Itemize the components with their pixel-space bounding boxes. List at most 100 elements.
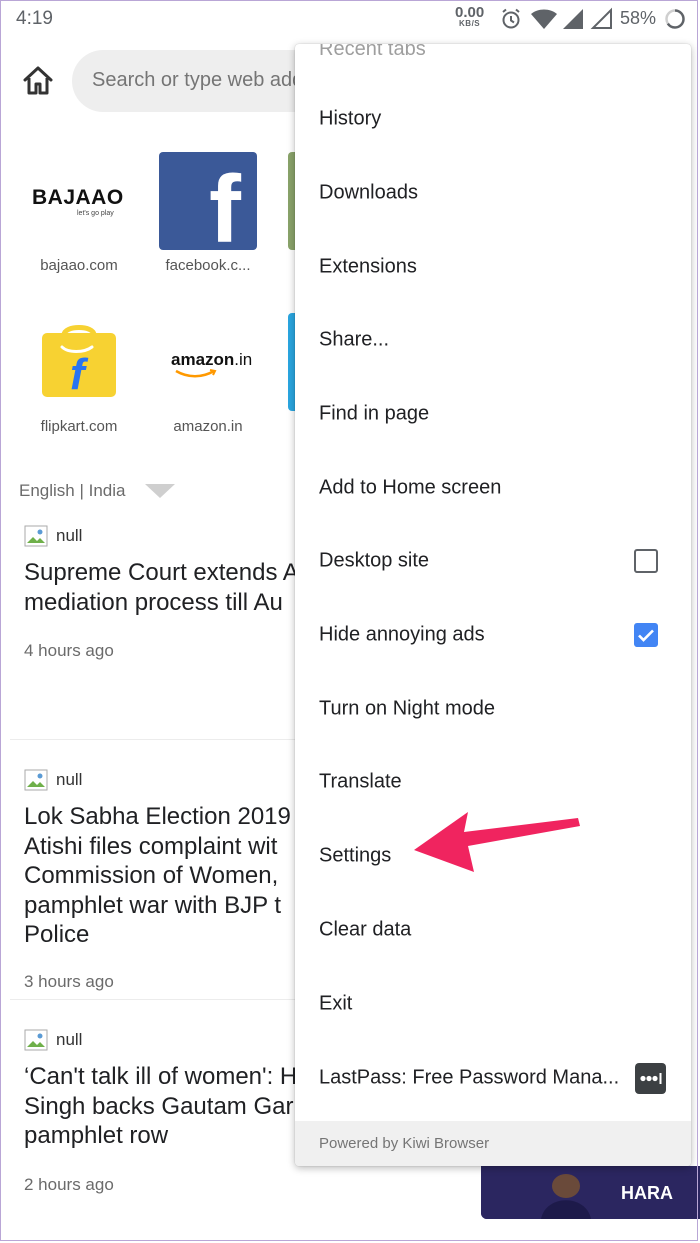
broken-image-icon [24,525,48,547]
news-title-line: Commission of Women, [24,862,279,889]
speed-dial-label: facebook.c... [165,257,251,274]
signal-icon [561,7,585,36]
news-source: null [24,768,314,792]
news-source: null [24,1028,314,1052]
menu-item-label: Find in page [319,402,430,425]
menu-item-label: Hide annoying ads [319,623,485,646]
menu-item-night-mode[interactable]: Turn on Night mode [295,679,691,739]
signal-empty-icon [590,7,614,36]
news-title: ‘Can't talk ill of women': H Singh backs… [24,1062,314,1151]
news-divider [10,739,300,740]
news-title-line: pamphlet war with BJP t [24,891,282,919]
news-time: 3 hours ago [24,971,114,991]
news-source-name: null [56,1030,83,1049]
speed-dial-label: bajaao.com [40,257,118,274]
status-time: 4:19 [16,8,53,29]
lastpass-icon [635,1063,666,1094]
news-source: null [24,524,314,548]
menu-item-label: LastPass: Free Password Mana... [319,1066,620,1089]
menu-item-hide-annoying-ads[interactable]: Hide annoying ads [295,605,691,665]
menu-item-label: History [319,107,382,130]
menu-item-downloads[interactable]: Downloads [295,163,691,223]
home-button[interactable] [20,63,56,99]
desktop-site-checkbox[interactable] [634,549,658,573]
news-time: 2 hours ago [24,1174,114,1194]
home-icon [23,66,53,95]
network-speed-value: 0.00 [455,4,485,21]
menu-item-share[interactable]: Share... [295,310,691,370]
news-source-name: null [56,526,83,545]
news-title-line: Atishi files complaint wit [24,832,278,860]
news-title-line: Singh backs Gautam Gar [24,1092,294,1120]
news-title-line: Police [24,921,90,948]
network-speed: 0.00 KB/S [455,5,484,28]
news-divider [10,999,300,1000]
news-time: 4 hours ago [24,641,114,660]
speed-dial-facebook[interactable]: f [159,152,257,258]
menu-item-clear-data[interactable]: Clear data [295,900,691,960]
svg-text:HARA: HARA [621,1183,673,1203]
news-title-line: mediation process till Au [24,588,283,616]
amazon-logo: amazon.in [171,350,252,370]
amazon-logo-text: amazon [171,350,235,369]
news-card[interactable]: null Supreme Court extends A mediation p… [24,524,314,661]
menu-item-label: Desktop site [319,549,430,572]
news-thumbnail[interactable]: HARA [481,1166,700,1219]
news-card[interactable]: null Lok Sabha Election 2019 Atishi file… [24,768,314,992]
menu-item-label: Share... [319,328,390,351]
battery-icon [664,8,686,35]
broken-image-icon [24,769,48,791]
menu-item-find-in-page[interactable]: Find in page [295,384,691,444]
news-title-line: ‘Can't talk ill of women': H [24,1063,298,1090]
speed-dial-amazon[interactable]: amazon.in [158,323,258,399]
speed-dial-flipkart[interactable]: f [40,323,118,399]
menu-item-label: Settings [319,844,392,867]
menu-item-label: Extensions [319,255,417,278]
menu-item-label: Turn on Night mode [319,697,496,720]
news-card[interactable]: null ‘Can't talk ill of women': H Singh … [24,1028,314,1195]
bajaao-tagline: let's go play [77,210,114,217]
facebook-icon: f [209,156,241,263]
menu-item-label: Downloads [319,181,418,204]
language-selector[interactable]: English | India [19,481,125,501]
menu-footer: Powered by Kiwi Browser [295,1121,691,1166]
powered-by-text: Powered by Kiwi Browser [319,1135,490,1152]
news-thumbnail-image: HARA [481,1166,700,1219]
menu-item-translate[interactable]: Translate [295,752,691,812]
menu-item-extensions[interactable]: Extensions [295,237,691,297]
menu-item-add-to-home-screen[interactable]: Add to Home screen [295,458,691,518]
annotation-arrow-icon [414,812,580,872]
flipkart-icon: f [42,325,116,399]
overflow-menu: Recent tabs History Downloads Extensions… [295,44,691,1166]
menu-item-label: Clear data [319,918,412,941]
menu-item-history[interactable]: History [295,89,691,149]
menu-item-label: Translate [319,770,402,793]
menu-item-recent-tabs[interactable]: Recent tabs [319,44,426,61]
wifi-icon [530,7,558,36]
news-title: Lok Sabha Election 2019 Atishi files com… [24,802,314,950]
speed-dial-bajaao[interactable]: BAJAAO let's go play [29,152,129,252]
menu-item-exit[interactable]: Exit [295,974,691,1034]
news-title-line: Supreme Court extends A [24,559,299,586]
alarm-icon [499,7,523,36]
menu-item-lastpass[interactable]: LastPass: Free Password Mana... [295,1048,691,1108]
broken-image-icon [24,1029,48,1051]
checkmark-icon [638,629,654,642]
hide-ads-checkbox[interactable] [634,623,658,647]
amazon-smile-icon [175,369,217,378]
menu-item-desktop-site[interactable]: Desktop site [295,531,691,591]
news-title-line: pamphlet row [24,1122,169,1149]
dropdown-arrow-icon[interactable] [145,484,175,498]
news-title-line: Lok Sabha Election 2019 [24,803,291,830]
news-source-name: null [56,770,83,789]
status-bar: 4:19 0.00 KB/S 58% [0,0,700,38]
network-speed-unit: KB/S [459,19,481,28]
bajaao-logo: BAJAAO [32,186,124,209]
speed-dial-label: amazon.in [173,418,243,435]
menu-item-label: Exit [319,992,353,1015]
news-title: Supreme Court extends A mediation proces… [24,558,314,617]
battery-percent: 58% [620,8,657,28]
speed-dial-label: flipkart.com [40,418,118,435]
amazon-logo-suffix: .in [234,350,253,369]
menu-item-label: Add to Home screen [319,476,502,499]
